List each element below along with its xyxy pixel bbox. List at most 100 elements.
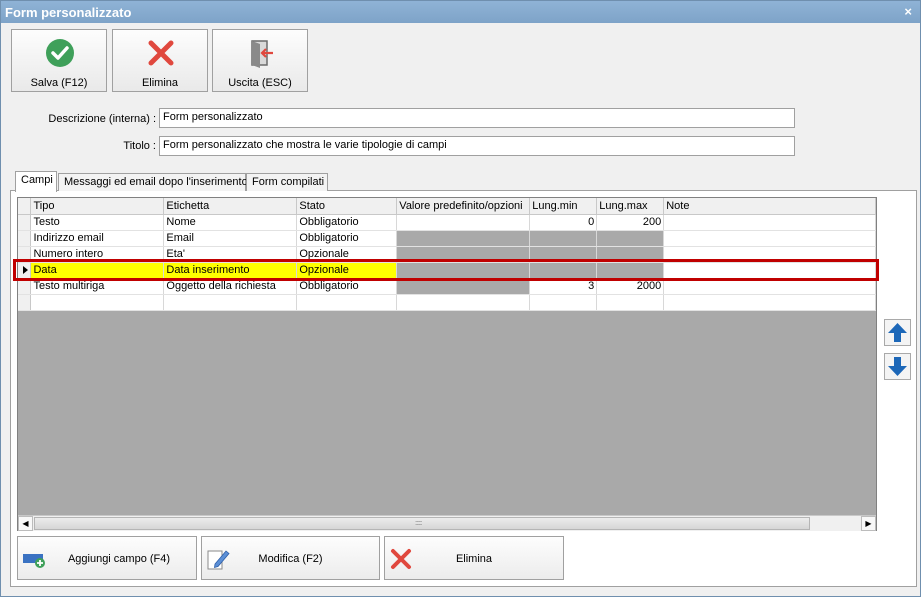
window-title: Form personalizzato	[5, 5, 132, 20]
grid-cell[interactable]: 3	[529, 278, 598, 295]
description-label: Descrizione (interna) :	[48, 113, 156, 125]
add-field-label: Aggiungi campo (F4)	[67, 553, 171, 565]
grid-cell[interactable]: Eta'	[163, 246, 298, 263]
delete-field-button[interactable]: Elimina	[384, 536, 564, 580]
grid-cell[interactable]: Email	[163, 230, 298, 247]
grid-cell[interactable]: Oggetto della richiesta	[163, 278, 298, 295]
exit-button[interactable]: Uscita (ESC)	[212, 29, 308, 92]
table-row-selected[interactable]: Data Data inserimento Opzionale	[18, 262, 876, 279]
delete-button[interactable]: Elimina	[112, 29, 208, 92]
row-indicator[interactable]	[18, 246, 32, 263]
row-indicator[interactable]	[18, 278, 32, 295]
grid-cell-disabled	[529, 230, 598, 247]
delete-button-label: Elimina	[141, 77, 179, 89]
arrow-down-icon	[888, 357, 907, 376]
title-label: Titolo :	[123, 140, 156, 152]
save-button[interactable]: Salva (F12)	[11, 29, 107, 92]
exit-door-icon	[251, 40, 273, 68]
move-down-button[interactable]	[884, 353, 911, 380]
title-input[interactable]: Form personalizzato che mostra le varie …	[159, 136, 795, 156]
grid-cell[interactable]	[396, 214, 531, 231]
grid-cell[interactable]: 200	[596, 214, 665, 231]
grid-cell[interactable]: Indirizzo email	[30, 230, 165, 247]
close-icon[interactable]: ×	[904, 4, 912, 19]
red-x-icon	[148, 40, 174, 66]
delete-field-label: Elimina	[455, 553, 493, 565]
grid-cell-disabled	[396, 262, 531, 279]
grid-cell-disabled	[596, 262, 665, 279]
table-row[interactable]: Testo multiriga Oggetto della richiesta …	[18, 278, 876, 295]
column-header[interactable]: Valore predefinito/opzioni	[396, 198, 531, 215]
grid-cell[interactable]: Data inserimento	[163, 262, 298, 279]
add-field-button[interactable]: Aggiungi campo (F4)	[17, 536, 197, 580]
grid-cell[interactable]	[663, 294, 876, 311]
grid-cell-disabled	[529, 262, 598, 279]
grid-cell[interactable]: 0	[529, 214, 598, 231]
row-indicator[interactable]	[18, 214, 32, 231]
grid-cell[interactable]: Numero intero	[30, 246, 165, 263]
grid-cell[interactable]	[663, 230, 876, 247]
title-bar: Form personalizzato ×	[1, 1, 920, 23]
grip-icon: :::::::	[415, 520, 423, 527]
column-header[interactable]: Tipo	[30, 198, 165, 215]
grid-table: Tipo Etichetta Stato Valore predefinito/…	[18, 198, 876, 311]
grid-cell[interactable]: Obbligatorio	[296, 278, 398, 295]
scroll-right-icon[interactable]: ▶	[861, 516, 876, 531]
grid-cell[interactable]: Opzionale	[296, 262, 398, 279]
exit-button-label: Uscita (ESC)	[228, 77, 292, 89]
column-header[interactable]: Lung.max	[596, 198, 665, 215]
table-row[interactable]: Testo Nome Obbligatorio 0 200	[18, 214, 876, 231]
grid-cell[interactable]: Testo	[30, 214, 165, 231]
table-row[interactable]: Numero intero Eta' Opzionale	[18, 246, 876, 263]
fields-grid[interactable]: Tipo Etichetta Stato Valore predefinito/…	[17, 197, 877, 531]
table-row-new[interactable]	[18, 294, 876, 311]
grid-cell[interactable]	[663, 246, 876, 263]
grid-cell-disabled	[396, 246, 531, 263]
row-indicator-header	[18, 198, 32, 215]
grid-cell[interactable]: Data	[30, 262, 165, 279]
tab-campi[interactable]: Campi	[15, 171, 57, 192]
grid-cell[interactable]: Nome	[163, 214, 298, 231]
row-indicator[interactable]	[18, 230, 32, 247]
grid-cell[interactable]: Testo multiriga	[30, 278, 165, 295]
grid-cell-disabled	[396, 278, 531, 295]
check-circle-icon	[46, 39, 74, 67]
grid-cell[interactable]: 2000	[596, 278, 665, 295]
scroll-left-icon[interactable]: ◀	[18, 516, 33, 531]
grid-cell-disabled	[596, 230, 665, 247]
edit-label: Modifica (F2)	[258, 553, 323, 565]
grid-header: Tipo Etichetta Stato Valore predefinito/…	[18, 198, 876, 215]
grid-cell[interactable]	[296, 294, 398, 311]
grid-cell[interactable]	[663, 278, 876, 295]
table-row[interactable]: Indirizzo email Email Obbligatorio	[18, 230, 876, 247]
grid-cell[interactable]: Obbligatorio	[296, 230, 398, 247]
grid-cell[interactable]	[396, 294, 531, 311]
grid-cell[interactable]: Opzionale	[296, 246, 398, 263]
scrollbar-thumb[interactable]: :::::::	[34, 517, 810, 530]
edit-button[interactable]: Modifica (F2)	[201, 536, 380, 580]
save-button-label: Salva (F12)	[30, 77, 88, 89]
column-header[interactable]: Lung.min	[529, 198, 598, 215]
grid-cell-disabled	[529, 246, 598, 263]
tab-messaggi[interactable]: Messaggi ed email dopo l'inserimento	[58, 173, 248, 191]
row-indicator[interactable]	[18, 294, 32, 311]
column-header[interactable]: Etichetta	[163, 198, 298, 215]
grid-cell[interactable]: Obbligatorio	[296, 214, 398, 231]
grid-cell-disabled	[396, 230, 531, 247]
tab-form-compilati[interactable]: Form compilati	[246, 173, 328, 191]
description-input[interactable]: Form personalizzato	[159, 108, 795, 128]
arrow-up-icon	[888, 323, 907, 342]
grid-cell[interactable]	[663, 214, 876, 231]
column-header[interactable]: Note	[663, 198, 876, 215]
grid-cell[interactable]	[663, 262, 876, 279]
grid-cell[interactable]	[30, 294, 165, 311]
move-up-button[interactable]	[884, 319, 911, 346]
horizontal-scrollbar[interactable]: ◀ ::::::: ▶	[18, 515, 876, 531]
grid-cell[interactable]	[596, 294, 665, 311]
current-row-indicator[interactable]	[18, 262, 32, 279]
form-window: Form personalizzato × Salva (F12) Elimin…	[0, 0, 921, 597]
grid-cell-disabled	[596, 246, 665, 263]
grid-cell[interactable]	[163, 294, 298, 311]
grid-cell[interactable]	[529, 294, 598, 311]
column-header[interactable]: Stato	[296, 198, 398, 215]
